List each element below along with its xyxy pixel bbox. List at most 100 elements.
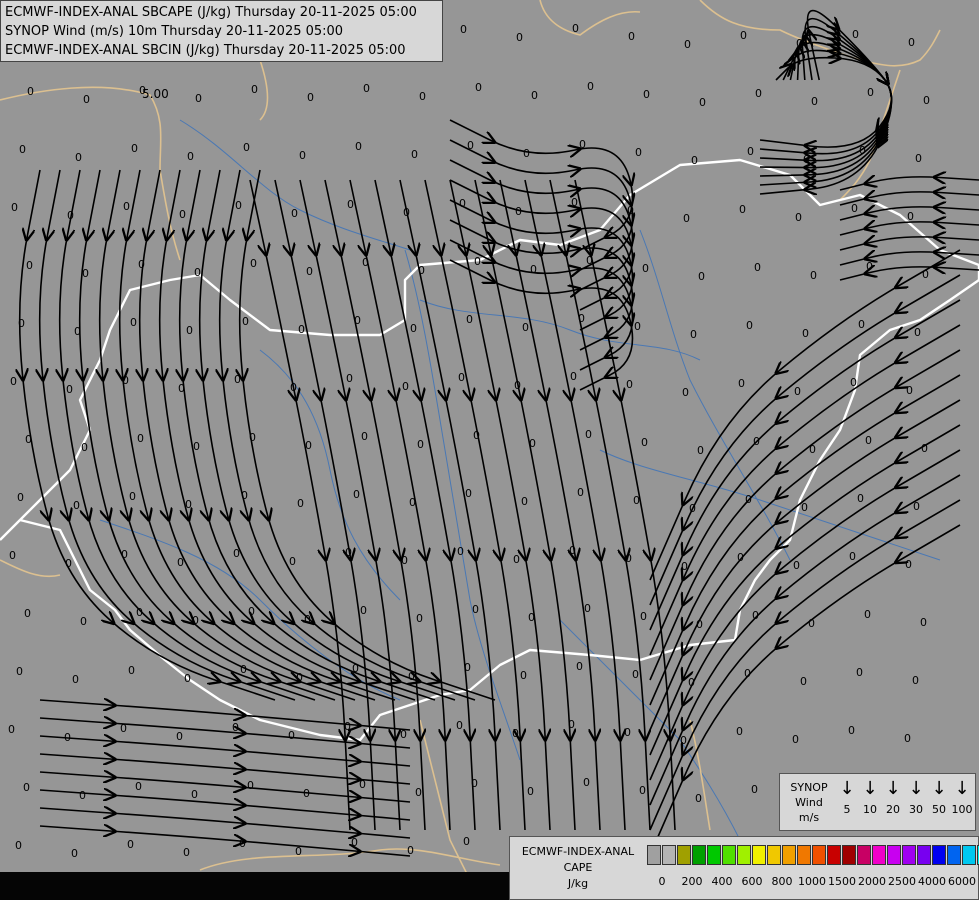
grid-value-label: 0 [8, 723, 15, 736]
grid-value-label: 0 [755, 87, 762, 100]
grid-value-label: 0 [122, 374, 129, 387]
grid-value-label: 0 [683, 212, 690, 225]
grid-value-label: 0 [131, 142, 138, 155]
grid-value-label: 0 [291, 207, 298, 220]
wind-speed-label: 20 [886, 803, 900, 816]
cape-tick-label: 0 [658, 875, 666, 888]
cape-tick-label: 400 [711, 875, 733, 888]
grid-value-label: 0 [467, 139, 474, 152]
wind-legend-item: ↓ 30 [904, 778, 928, 820]
wind-legend-item: ↓ 20 [881, 778, 905, 820]
grid-value-label: 0 [123, 200, 130, 213]
weather-map[interactable]: 0 0 0 0 0 0 0 0 0 0 0 0 0 0 0 0 0 0 0 0 0 0 0 0 0 0 0 0 0 0 0 0 0 0 0 0 0 0 0 0… [0, 0, 979, 900]
grid-value-label: 0 [578, 312, 585, 325]
down-arrow-icon: ↓ [954, 778, 970, 799]
grid-value-label: 0 [191, 788, 198, 801]
grid-value-label: 0 [640, 610, 647, 623]
grid-value-label: 0 [796, 37, 803, 50]
header-line-wind: SYNOP Wind (m/s) 10m Thursday 20-11-2025… [5, 24, 344, 39]
cape-color-swatch [647, 845, 661, 865]
grid-value-label: 0 [635, 146, 642, 159]
cape-color-swatch [962, 845, 976, 865]
grid-value-label: 0 [914, 326, 921, 339]
grid-value-label: 0 [850, 376, 857, 389]
grid-value-label: 0 [577, 486, 584, 499]
grid-value-label: 0 [345, 546, 352, 559]
grid-value-label: 0 [699, 96, 706, 109]
cape-tick-label: 600 [741, 875, 763, 888]
grid-value-label: 0 [908, 36, 915, 49]
grid-value-label: 0 [289, 555, 296, 568]
grid-value-label: 0 [530, 263, 537, 276]
grid-value-label: 0 [744, 667, 751, 680]
grid-value-label: 0 [745, 493, 752, 506]
down-arrow-icon: ↓ [839, 778, 855, 799]
grid-value-label: 0 [628, 30, 635, 43]
cape-color-swatch [917, 845, 931, 865]
grid-value-label: 0 [460, 23, 467, 36]
grid-value-label: 0 [905, 558, 912, 571]
grid-value-label: 0 [19, 143, 26, 156]
grid-value-label: 0 [344, 720, 351, 733]
grid-value-label: 0 [866, 260, 873, 273]
cape-color-scale [647, 845, 979, 866]
grid-value-label: 0 [642, 262, 649, 275]
grid-value-label: 0 [9, 549, 16, 562]
grid-value-label: 0 [26, 259, 33, 272]
grid-value-label: 0 [739, 203, 746, 216]
grid-value-label: 0 [79, 789, 86, 802]
cape-color-swatch [857, 845, 871, 865]
cape-color-swatch [677, 845, 691, 865]
grid-value-label: 0 [411, 148, 418, 161]
grid-value-label: 0 [920, 616, 927, 629]
cape-tick-label: 6000 [948, 875, 976, 888]
grid-value-label: 0 [803, 153, 810, 166]
grid-value-label: 0 [72, 673, 79, 686]
grid-value-label: 0 [643, 88, 650, 101]
grid-value-label: 0 [129, 490, 136, 503]
grid-value-label: 0 [67, 209, 74, 222]
cape-color-swatch [947, 845, 961, 865]
grid-value-label: 0 [867, 86, 874, 99]
grid-value-label: 0 [409, 496, 416, 509]
grid-value-label: 0 [408, 670, 415, 683]
cape-color-swatch [872, 845, 886, 865]
wind-legend-item: ↓ 5 [835, 778, 859, 820]
grid-value-label: 0 [11, 201, 18, 214]
grid-value-label: 0 [740, 29, 747, 42]
grid-value-label: 0 [848, 724, 855, 737]
grid-value-label: 0 [250, 257, 257, 270]
grid-value-label: 0 [571, 196, 578, 209]
wind-legend-item: ↓ 100 [950, 778, 974, 820]
grid-value-label: 0 [183, 846, 190, 859]
grid-value-label: 0 [752, 609, 759, 622]
wind-speed-label: 10 [863, 803, 877, 816]
grid-value-label: 0 [121, 548, 128, 561]
grid-value-label: 0 [586, 254, 593, 267]
grid-value-label: 0 [17, 491, 24, 504]
grid-value-label: 0 [688, 676, 695, 689]
grid-value-label: 0 [402, 380, 409, 393]
grid-value-label: 0 [697, 444, 704, 457]
grid-value-label: 0 [407, 844, 414, 857]
grid-value-label: 0 [528, 611, 535, 624]
grid-value-label: 0 [864, 608, 871, 621]
grid-value-label: 0 [15, 839, 22, 852]
grid-value-label: 0 [851, 202, 858, 215]
grid-value-label: 0 [754, 261, 761, 274]
cape-color-swatch [692, 845, 706, 865]
grid-value-label: 0 [583, 776, 590, 789]
wind-legend-item: ↓ 50 [927, 778, 951, 820]
grid-value-label: 0 [243, 141, 250, 154]
grid-value-label: 0 [410, 322, 417, 335]
grid-value-label: 0 [290, 381, 297, 394]
grid-value-label: 0 [922, 268, 929, 281]
grid-value-label: 0 [793, 559, 800, 572]
grid-value-label: 0 [904, 732, 911, 745]
cape-color-swatch [827, 845, 841, 865]
grid-value-label: 0 [465, 487, 472, 500]
map-background [0, 0, 979, 900]
grid-value-label: 0 [792, 733, 799, 746]
wind-legend: SYNOP Wind m/s ↓ 5 ↓ 10 ↓ 20 ↓ 30 ↓ 50 ↓ 100 [779, 773, 976, 831]
grid-value-label: 0 [681, 560, 688, 573]
